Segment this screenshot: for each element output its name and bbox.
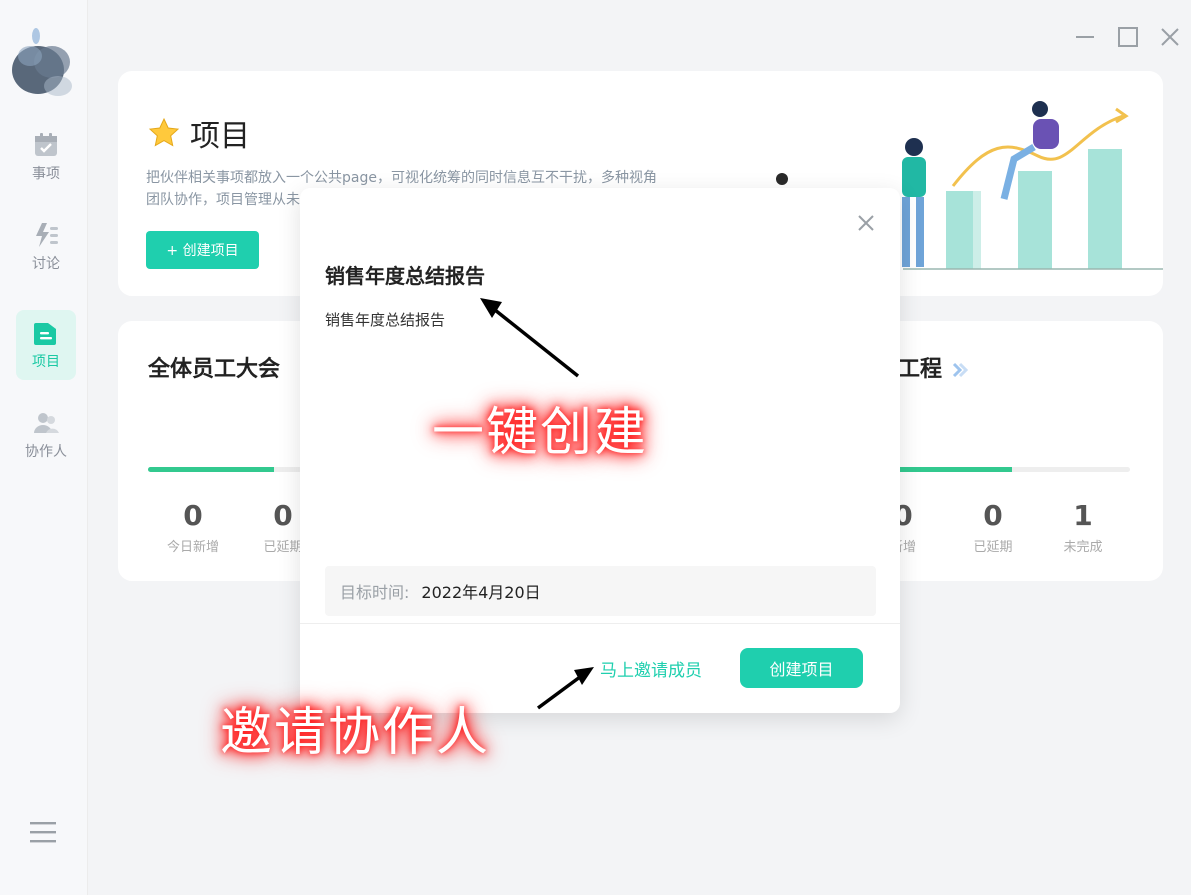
progress-fill bbox=[148, 467, 274, 472]
page-title: 项目 bbox=[148, 111, 250, 155]
sidebar-item-label: 事项 bbox=[32, 166, 60, 182]
project-title: 全体员工大会 bbox=[148, 357, 281, 382]
target-date-field[interactable]: 目标时间: 2022年4月20日 bbox=[325, 566, 876, 616]
minimize-icon[interactable] bbox=[1074, 26, 1096, 48]
hamburger-menu-icon[interactable] bbox=[28, 818, 58, 846]
sidebar: 事项 讨论 项目 协作人 bbox=[0, 0, 88, 895]
star-icon bbox=[148, 117, 180, 147]
create-project-button[interactable]: 创建项目 bbox=[740, 648, 863, 688]
sidebar-item-label: 项目 bbox=[32, 354, 60, 370]
sidebar-item-tasks[interactable]: 事项 bbox=[16, 122, 76, 192]
user-avatar[interactable] bbox=[8, 18, 78, 104]
invite-members-link[interactable]: 马上邀请成员 bbox=[600, 656, 702, 681]
project-progress-bar bbox=[868, 467, 1130, 472]
close-icon[interactable] bbox=[1159, 26, 1181, 48]
sidebar-item-collaborators[interactable]: 协作人 bbox=[16, 400, 76, 470]
divider bbox=[300, 623, 900, 624]
project-title: 工程 bbox=[898, 351, 970, 383]
calendar-check-icon bbox=[32, 131, 60, 159]
target-date-value: 2022年4月20日 bbox=[421, 583, 541, 602]
modal-description: 销售年度总结报告 bbox=[325, 311, 446, 329]
sidebar-item-discussion[interactable]: 讨论 bbox=[16, 212, 76, 282]
folder-icon bbox=[32, 319, 60, 347]
bolt-list-icon bbox=[32, 221, 60, 249]
modal-title: 销售年度总结报告 bbox=[325, 264, 485, 288]
sidebar-item-label: 协作人 bbox=[25, 444, 67, 460]
users-icon bbox=[32, 409, 60, 437]
maximize-icon[interactable] bbox=[1117, 26, 1139, 48]
sidebar-item-projects[interactable]: 项目 bbox=[16, 310, 76, 380]
close-icon[interactable] bbox=[856, 213, 876, 233]
target-date-label: 目标时间: bbox=[340, 583, 410, 602]
project-card[interactable]: 工程 0 新增 0 已延期 1 未完成 bbox=[868, 321, 1163, 581]
stat-new-today: 0 今日新增 bbox=[166, 499, 219, 555]
sync-arrow-icon bbox=[952, 362, 968, 378]
annotation-invite-collaborators: 邀请协作人 bbox=[220, 703, 491, 763]
stat-overdue: 0 已延期 bbox=[973, 499, 1013, 555]
stat-incomplete: 1 未完成 bbox=[1063, 499, 1103, 555]
annotation-one-click-create: 一键创建 bbox=[432, 403, 649, 463]
create-project-button-top[interactable]: + 创建项目 bbox=[146, 231, 259, 269]
sidebar-item-label: 讨论 bbox=[32, 256, 60, 272]
